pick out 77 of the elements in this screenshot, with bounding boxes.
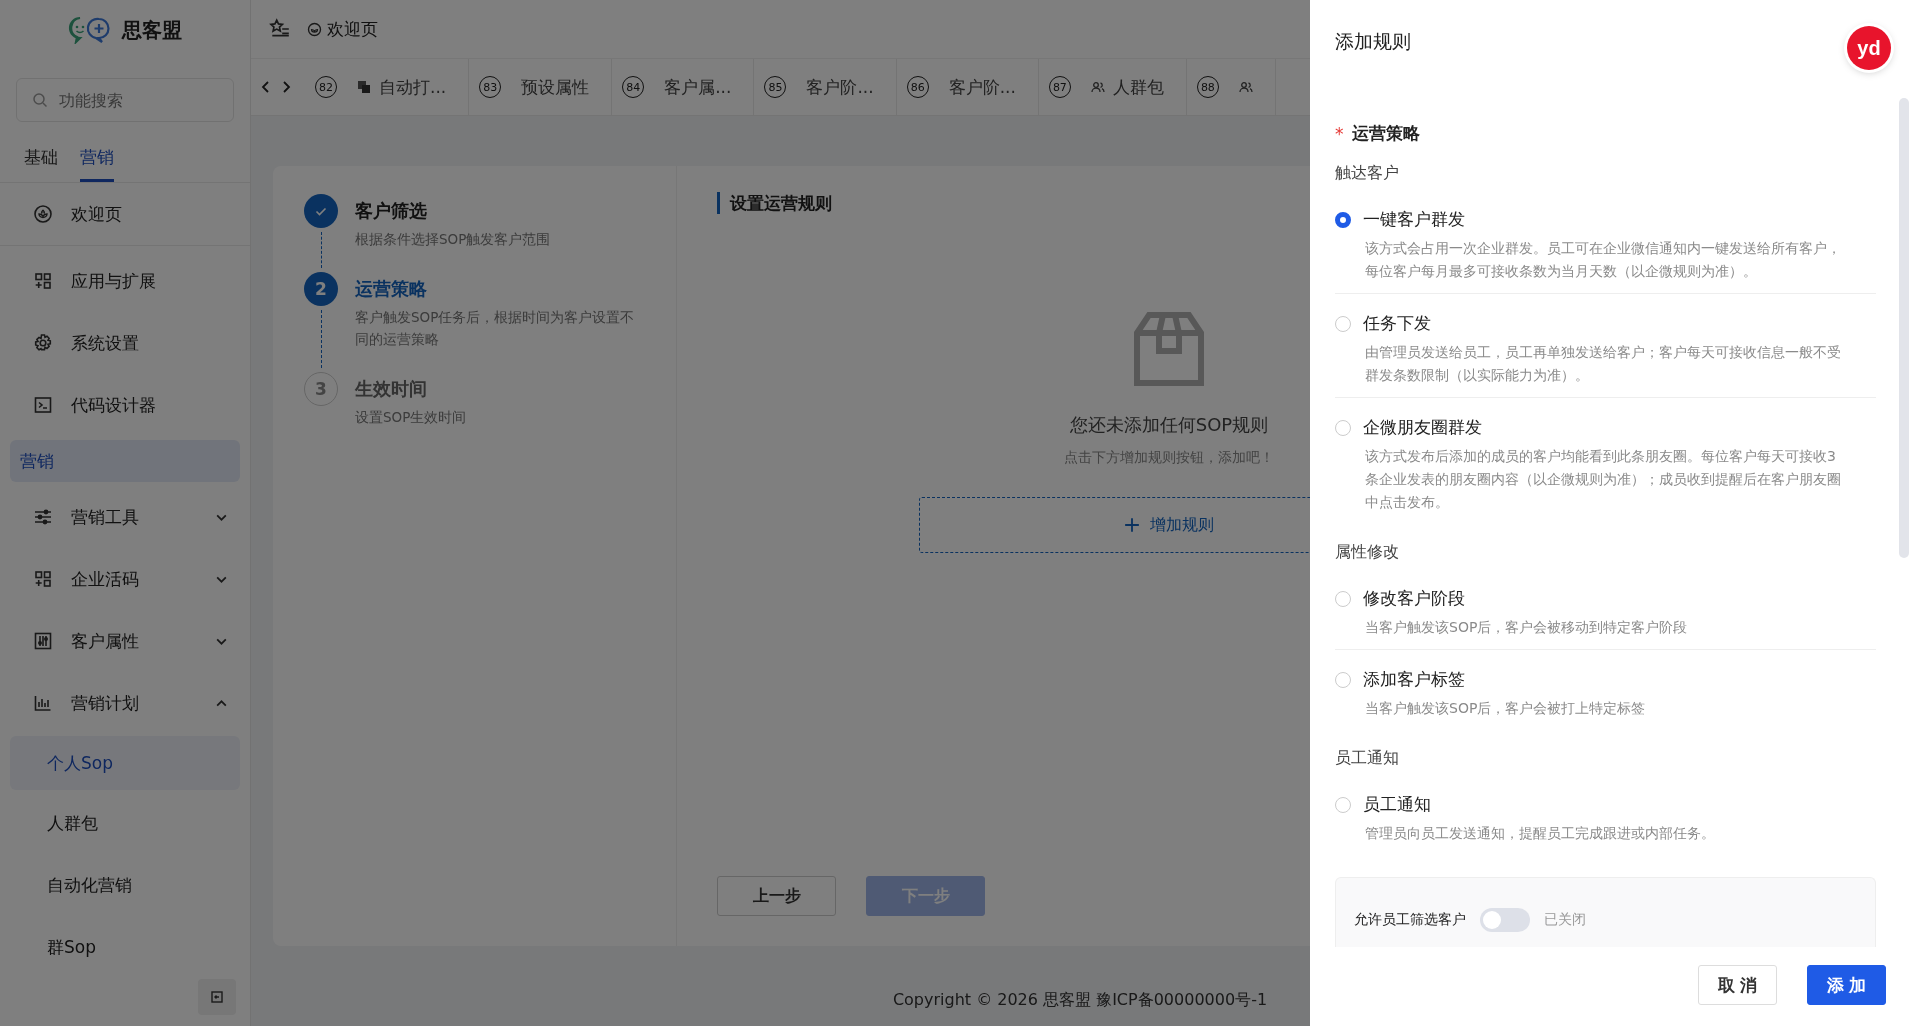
toggle-status: 已关闭 — [1544, 910, 1586, 929]
empty-title: 您还未添加任何SOP规则 — [1069, 413, 1269, 437]
step-description: 客户触发SOP任务后，根据时间为客户设置不同的运营策略 — [355, 308, 636, 349]
sidebar-item[interactable]: 系统设置 — [0, 312, 250, 374]
brand-name: 思客盟 — [122, 16, 182, 44]
required-mark: * — [1335, 123, 1344, 144]
users-icon — [1238, 80, 1253, 94]
step-title: 生效时间 — [355, 377, 428, 401]
search-field[interactable]: 功能搜索 — [16, 78, 234, 122]
sliders-icon — [33, 507, 53, 527]
empty-hint: 点击下方增加规则按钮，添加吧！ — [1064, 449, 1274, 467]
step-description: 根据条件选择SOP触发客户范围 — [355, 230, 552, 249]
sidebar-menu[interactable]: 营销工具 — [0, 486, 250, 548]
group-title: 触达客户 — [1335, 163, 1400, 184]
copy-icon — [357, 80, 371, 94]
app-badge[interactable]: yd — [1847, 26, 1891, 70]
page-tab[interactable]: 预设属性 — [511, 59, 613, 115]
sidebar-tab[interactable]: 基础 — [24, 138, 58, 182]
step-number: 2 — [304, 272, 338, 306]
sidebar-tab[interactable]: 营销 — [80, 138, 114, 182]
option-label[interactable]: 添加客户标签 — [1363, 668, 1465, 691]
group-title: 员工通知 — [1335, 748, 1400, 769]
option-description: 当客户触发该SOP后，客户会被移动到特定客户阶段 — [1365, 618, 1689, 637]
leaf-icon — [307, 21, 322, 37]
toggle-label: 允许员工筛选客户 — [1354, 910, 1466, 929]
collapse-button[interactable] — [198, 979, 236, 1015]
cancel-button[interactable]: 取 消 — [1698, 965, 1777, 1005]
sidebar-item[interactable]: 欢迎页 — [0, 183, 250, 245]
add-button[interactable]: 添 加 — [1807, 965, 1886, 1005]
option-label[interactable]: 企微朋友圈群发 — [1363, 416, 1482, 439]
breadcrumb[interactable]: 欢迎页 — [307, 17, 378, 41]
users-icon — [1090, 80, 1105, 94]
sidebar-subitem[interactable]: 群Sop — [10, 918, 240, 976]
sidebar-subitem[interactable]: 人群包 — [10, 794, 240, 852]
page-tab[interactable]: 客户阶... — [938, 59, 1039, 115]
step-title: 运营策略 — [355, 277, 428, 301]
search-icon — [32, 92, 48, 108]
leaf-icon — [33, 204, 53, 224]
page-tab[interactable]: 自动打... — [347, 59, 470, 115]
field-label: 运营策略 — [1351, 122, 1420, 145]
option-description: 由管理员发送给员工，员工再单独发送给客户；客户每天可接收信息一般不受群发条数限制（以实际能力为准）。 — [1365, 343, 1842, 385]
sidebar-subitem[interactable]: 自动化营销 — [10, 856, 240, 914]
previous-step-button[interactable]: 上一步 — [717, 876, 836, 916]
page-tab[interactable]: 人群包 — [1080, 59, 1187, 115]
collapse-icon — [210, 990, 224, 1004]
step-description: 设置SOP生效时间 — [355, 408, 468, 427]
option-label[interactable]: 修改客户阶段 — [1363, 587, 1465, 610]
grid-icon — [33, 569, 53, 589]
bar-chart-icon — [33, 693, 53, 713]
step-title: 客户筛选 — [355, 199, 428, 223]
option-description: 该方式会占用一次企业群发。员工可在企业微信通知内一键发送给所有客户，每位客户每月最多可接收条数为当月天数（以企微规则为准）。 — [1365, 239, 1842, 281]
sidebar-menu[interactable]: 营销计划 — [0, 672, 250, 734]
sidebar-menu[interactable]: 客户属性 — [0, 610, 250, 672]
page-tab[interactable]: 客户阶... — [796, 59, 897, 115]
copyright-text: Copyright © 2026 思客盟 豫ICP备00000000号-1 — [891, 990, 1269, 1011]
option-description: 当客户触发该SOP后，客户会被打上特定标签 — [1365, 699, 1647, 718]
scrollbar[interactable] — [1899, 98, 1909, 558]
grid-icon — [33, 271, 53, 291]
sidebar-item[interactable]: 应用与扩展 — [0, 250, 250, 312]
sidebar-group[interactable]: 营销 — [10, 440, 240, 482]
drawer-title: 添加规则 — [1335, 29, 1411, 54]
radio-button[interactable] — [1335, 211, 1351, 228]
option-description: 管理员向员工发送通知，提醒员工完成跟进或内部任务。 — [1365, 824, 1716, 843]
toggle-switch[interactable] — [1480, 907, 1530, 932]
chat-bubbles-logo — [68, 16, 112, 44]
terminal-icon — [33, 395, 53, 415]
equalizer-icon — [33, 631, 53, 651]
settings-icon — [33, 333, 53, 353]
option-label[interactable]: 员工通知 — [1363, 793, 1431, 816]
sidebar-item[interactable]: 代码设计器 — [0, 374, 250, 436]
chevron-right-icon[interactable] — [281, 81, 291, 93]
sidebar-menu[interactable]: 企业活码 — [0, 548, 250, 610]
option-label[interactable]: 任务下发 — [1363, 312, 1431, 335]
plus-icon — [1124, 517, 1140, 533]
page-tab[interactable]: 客户属... — [654, 59, 755, 115]
sidebar-subitem[interactable]: 个人Sop — [10, 736, 240, 790]
chevron-left-icon[interactable] — [261, 81, 271, 93]
